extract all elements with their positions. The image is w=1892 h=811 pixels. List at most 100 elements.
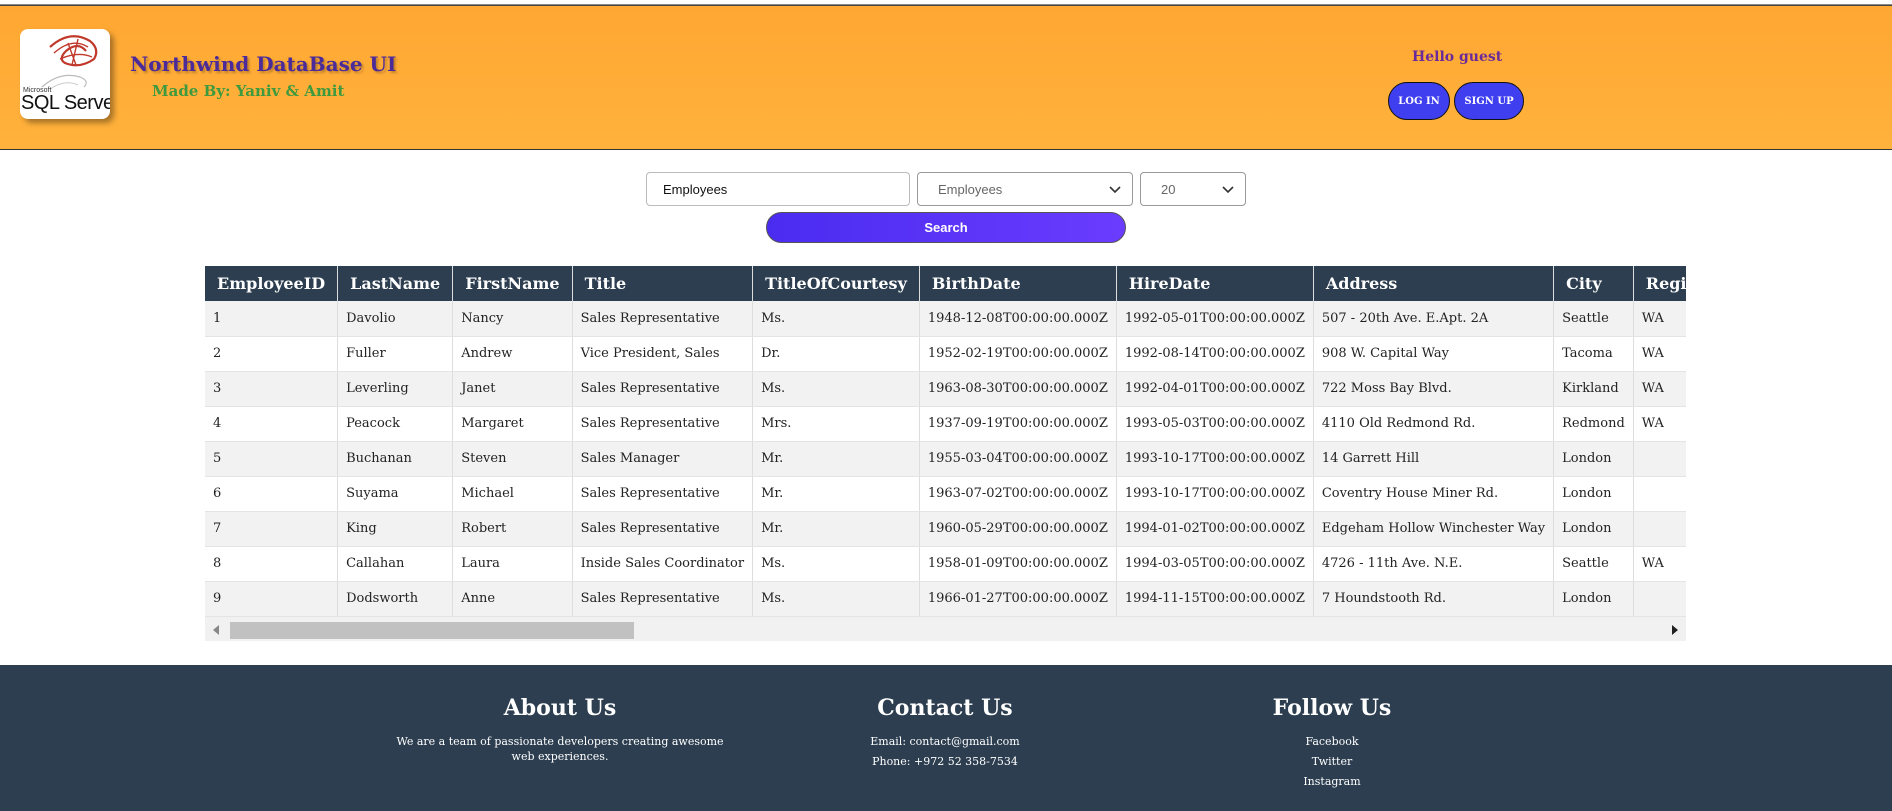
column-header: HireDate [1116,266,1314,301]
table-cell: Sales Representative [572,476,754,512]
table-cell: Mr. [752,441,920,477]
about-title: About Us [503,695,617,721]
table-cell: Janet [452,371,573,407]
scrollbar-thumb[interactable] [230,622,634,639]
table-cell: Dr. [752,336,920,372]
table-cell: Sales Representative [572,301,754,337]
table-cell: 1994-11-15T00:00:00.000Z [1116,581,1314,617]
follow-title: Follow Us [1272,695,1392,721]
table-select[interactable]: Employees [917,172,1133,206]
page: Microsoft SQL Server Northwind DataBase … [0,0,1892,811]
table-cell: Mrs. [752,406,920,442]
table-cell: Fuller [337,336,454,372]
logo-text: SQL Server [21,92,110,114]
results-table-container[interactable]: EmployeeID LastName FirstName Title TitleOfC… [205,266,1686,641]
column-header: BirthDate [919,266,1117,301]
chevron-down-icon [1222,186,1234,194]
column-header: EmployeeID [205,266,339,301]
table-cell: WA [1633,336,1686,372]
table-cell: Mr. [752,476,920,512]
footer: About Us We are a team of passionate dev… [0,665,1892,811]
contact-phone: Phone: +972 52 358-7534 [872,755,1018,768]
table-cell: 1994-01-02T00:00:00.000Z [1116,511,1314,547]
table-cell: Vice President, Sales [572,336,754,372]
table-row: 8 Callahan Laura Inside Sales Coordinator Ms… [205,546,1686,582]
limit-select-value: 20 [1161,181,1176,197]
table-cell: Davolio [337,301,454,337]
table-cell: 7 [205,511,339,547]
table-cell: Anne [452,581,573,617]
table-cell: London [1553,581,1634,617]
table-cell: WA [1633,406,1686,442]
sql-server-logo: Microsoft SQL Server [20,29,110,119]
table-cell: 1994-03-05T00:00:00.000Z [1116,546,1314,582]
login-button[interactable]: LOG IN [1388,82,1450,120]
table-row: 3 Leverling Janet Sales Representative Ms. 19… [205,371,1686,407]
follow-link-instagram[interactable]: Instagram [1232,774,1432,789]
table-cell: 1958-01-09T00:00:00.000Z [919,546,1117,582]
table-cell: Ms. [752,546,920,582]
table-row: 5 Buchanan Steven Sales Manager Mr. 1955-03-0… [205,441,1686,477]
column-header: Region [1633,266,1686,301]
column-header: FirstName [452,266,573,301]
table-cell: 908 W. Capital Way [1313,336,1555,372]
follow-link-twitter[interactable]: Twitter [1232,754,1432,769]
table-cell: 4726 - 11th Ave. N.E. [1313,546,1555,582]
table-row: 1 Davolio Nancy Sales Representative Ms. 1948… [205,301,1686,337]
table-cell: 1963-08-30T00:00:00.000Z [919,371,1117,407]
column-header: Address [1313,266,1555,301]
table-cell: 5 [205,441,339,477]
table-cell: 507 - 20th Ave. E.Apt. 2A [1313,301,1555,337]
table-cell: Sales Representative [572,581,754,617]
table-cell: 1952-02-19T00:00:00.000Z [919,336,1117,372]
table-cell: Steven [452,441,573,477]
horizontal-scrollbar[interactable] [205,619,1686,641]
table-cell: 1955-03-04T00:00:00.000Z [919,441,1117,477]
table-cell: Ms. [752,301,920,337]
table-cell: WA [1633,301,1686,337]
scroll-left-icon[interactable] [211,624,221,636]
contact-title: Contact Us [877,695,1013,721]
table-cell: Nancy [452,301,573,337]
table-cell [1633,476,1686,512]
column-header: LastName [337,266,454,301]
table-cell: 14 Garrett Hill [1313,441,1555,477]
table-cell: Redmond [1553,406,1634,442]
table-cell: 3 [205,371,339,407]
table-cell: 1993-10-17T00:00:00.000Z [1116,476,1314,512]
table-cell: 722 Moss Bay Blvd. [1313,371,1555,407]
table-cell: Tacoma [1553,336,1634,372]
signup-button[interactable]: SIGN UP [1454,82,1524,120]
column-header: Title [572,266,754,301]
contact-email: Email: contact@gmail.com [870,735,1020,748]
table-cell: Coventry House Miner Rd. [1313,476,1555,512]
table-cell: Leverling [337,371,454,407]
table-cell: Laura [452,546,573,582]
table-cell: Margaret [452,406,573,442]
limit-select[interactable]: 20 [1140,172,1246,206]
search-button[interactable]: Search [766,212,1126,243]
table-cell: Ms. [752,581,920,617]
table-cell: 8 [205,546,339,582]
table-cell: Peacock [337,406,454,442]
table-cell: Andrew [452,336,573,372]
column-header: TitleOfCourtesy [752,266,920,301]
table-row: 2 Fuller Andrew Vice President, Sales Dr. 195… [205,336,1686,372]
search-input[interactable]: Employees [646,172,910,206]
table-cell: King [337,511,454,547]
table-cell: 1992-08-14T00:00:00.000Z [1116,336,1314,372]
follow-link-facebook[interactable]: Facebook [1232,734,1432,749]
table-cell [1633,441,1686,477]
table-cell: 1937-09-19T00:00:00.000Z [919,406,1117,442]
table-cell: Michael [452,476,573,512]
table-row: 4 Peacock Margaret Sales Representative Mrs.… [205,406,1686,442]
table-cell: London [1553,441,1634,477]
table-cell: London [1553,476,1634,512]
table-cell: WA [1633,546,1686,582]
table-cell: Dodsworth [337,581,454,617]
table-cell: 1966-01-27T00:00:00.000Z [919,581,1117,617]
table-cell: Seattle [1553,546,1634,582]
table-select-value: Employees [938,181,1003,197]
scroll-right-icon[interactable] [1670,624,1680,636]
table-cell: WA [1633,371,1686,407]
